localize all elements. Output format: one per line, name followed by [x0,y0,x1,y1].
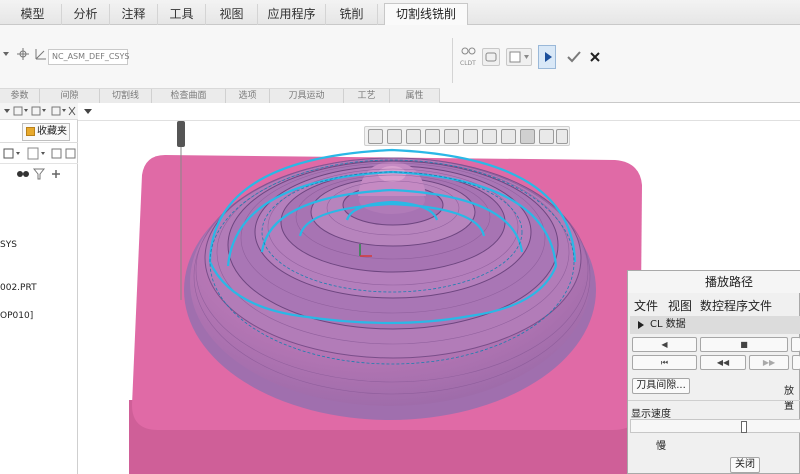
tab-milling[interactable]: 铣削 [326,4,378,25]
tab-trajectory-milling[interactable]: 切割线铣削 [384,3,468,26]
tab-annotate[interactable]: 注释 [110,4,158,25]
csys-select-icon[interactable] [16,47,30,61]
model-tree-panel: 收藏夹 SYS 002.PRT OP010] [0,103,78,474]
favorites-icon [26,127,35,136]
tree-item-part[interactable]: 002.PRT [0,283,37,293]
cldt-icon[interactable]: CLDT [460,46,478,67]
tree-item-operation[interactable]: OP010] [0,311,33,321]
tree-item-csys[interactable]: SYS [0,240,17,250]
ribbon-separator [452,38,453,83]
favorites-tab[interactable]: 收藏夹 [22,123,70,141]
step-back-button[interactable]: ◀◀ [700,355,746,370]
group-process: 工艺 [344,89,390,103]
group-properties: 属性 [390,89,440,103]
stop-button[interactable]: ■ [700,337,788,352]
tree-toolbar [0,103,78,120]
group-check-surface: 检查曲面 [152,89,226,103]
cl-data-header[interactable]: CL 数据 [630,316,800,334]
view-toolbar [364,126,570,146]
speed-slider[interactable] [630,419,800,433]
ribbon-tabbar: 模型 分析 注释 工具 视图 应用程序 铣削 切割线铣削 [0,0,800,26]
group-options: 选项 [226,89,270,103]
datum-display-icon[interactable] [501,129,516,144]
speed-label: 显示速度 [631,409,671,420]
group-tool-motion: 刀具运动 [270,89,344,103]
axis-icon[interactable] [34,47,48,61]
dropdown-icon[interactable] [2,49,10,59]
repaint-icon[interactable] [425,129,440,144]
tab-view[interactable]: 视图 [206,4,258,25]
tree-search-row [0,165,78,183]
fast-forward-button[interactable] [792,355,800,370]
tree-options-row [0,144,78,164]
favorites-label: 收藏夹 [37,126,67,137]
viewport-header [78,103,800,121]
tool-clearance-button[interactable]: 刀具间隙... [632,378,690,394]
cancel-x-icon[interactable] [588,50,602,64]
view-orient-icon[interactable] [444,129,459,144]
menu-view[interactable]: 视图 [668,297,692,314]
tab-tools[interactable]: 工具 [158,4,206,25]
menu-file[interactable]: 文件 [634,297,658,314]
group-clearance: 间隙 [40,89,100,103]
spin-center-icon[interactable] [520,129,535,144]
play-reverse-button[interactable]: ◀ [632,337,697,352]
play-path-dialog: 播放路径 文件 视图 数控程序文件 CL 数据 ◀ ■ ⏮ ◀◀ ▶▶ 刀具间隙… [627,270,800,474]
display-style-icon[interactable] [482,129,497,144]
dialog-menubar: 文件 视图 数控程序文件 [628,295,800,313]
expand-icon [638,321,644,329]
app-window: 模型 分析 注释 工具 视图 应用程序 铣削 切割线铣削 NC_ASM_DEF_… [0,0,800,474]
menu-nc-file[interactable]: 数控程序文件 [700,297,772,314]
panel-tabs: 收藏夹 [0,121,78,143]
zoom-fit-icon[interactable] [368,129,383,144]
step-forward-button[interactable]: ▶▶ [749,355,789,370]
slow-label: 慢 [656,441,666,452]
ribbon-group-labels: 参数 间隙 切割线 检查曲面 选项 刀具运动 工艺 属性 [0,88,440,103]
ok-checkmark-icon[interactable] [566,50,582,64]
play-forward-button[interactable] [791,337,800,352]
tab-analysis[interactable]: 分析 [62,4,110,25]
speed-slider-thumb[interactable] [741,421,747,433]
more-tools-icon[interactable] [556,129,568,144]
place-label: 放置 [784,386,794,412]
saved-views-icon[interactable] [463,129,478,144]
tab-model[interactable]: 模型 [4,4,62,25]
zoom-in-icon[interactable] [387,129,402,144]
group-params: 参数 [0,89,40,103]
display-options-button[interactable] [506,48,532,66]
dialog-divider [628,400,800,401]
play-path-button[interactable] [538,45,556,69]
annotation-display-icon[interactable] [539,129,554,144]
close-button[interactable]: 关闭 [730,457,760,473]
cldt-label: CLDT [460,60,476,67]
tool-preview-button[interactable] [482,48,500,66]
rewind-button[interactable]: ⏮ [632,355,697,370]
group-trajectory: 切割线 [100,89,152,103]
zoom-out-icon[interactable] [406,129,421,144]
tab-applications[interactable]: 应用程序 [258,4,326,25]
cl-data-label: CL 数据 [650,319,686,330]
dialog-title: 播放路径 [628,271,800,293]
csys-field[interactable]: NC_ASM_DEF_CSYS [48,49,129,65]
